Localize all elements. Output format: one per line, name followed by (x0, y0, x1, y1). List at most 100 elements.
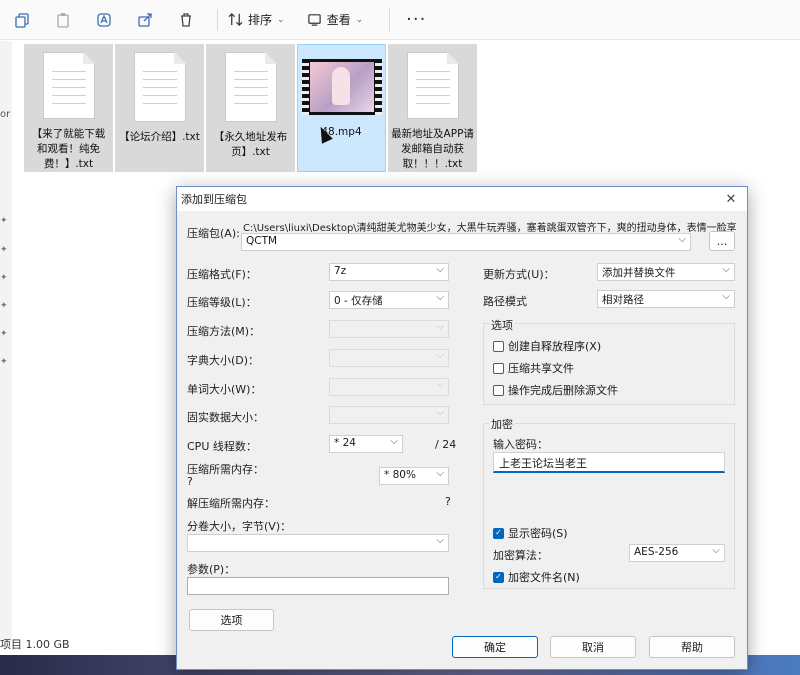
chevron-down-icon: ⌵ (436, 407, 444, 418)
pin-icon: ✦ (0, 273, 8, 283)
sfx-checkbox[interactable]: 创建自释放程序(X) (493, 338, 601, 354)
encryption-method-select[interactable]: AES-256 ⌵ (629, 544, 725, 562)
method-label: 压缩方法(M)： (187, 325, 261, 338)
memory-value-unknown: ? (187, 475, 193, 488)
file-name: 【永久地址发布页】.txt (213, 131, 288, 158)
dialog-titlebar: 添加到压缩包 ✕ (177, 187, 747, 211)
file-name: 【来了就能下载和观看！纯免费！】.txt (31, 128, 106, 170)
word-size-label: 单词大小(W)： (187, 383, 262, 396)
help-button[interactable]: 帮助 (649, 636, 735, 658)
dictionary-label: 字典大小(D)： (187, 354, 260, 367)
chevron-down-icon: ⌵ (436, 264, 444, 275)
cpu-threads-label: CPU 线程数： (187, 440, 257, 453)
chevron-down-icon: ⌵ (436, 292, 444, 303)
encrypt-filenames-label: 加密文件名(N) (508, 571, 580, 584)
level-value: 0 - 仅存储 (334, 295, 383, 307)
archive-path: C:\Users\liuxi\Desktop\清纯甜美尤物美少女，大黑牛玩弄骚，… (243, 223, 737, 234)
decompress-memory-value: ? (445, 495, 451, 508)
path-mode-label: 路径模式 (483, 295, 527, 308)
more-options-icon[interactable]: ··· (406, 9, 426, 30)
ok-button[interactable]: 确定 (452, 636, 538, 658)
navigation-pane: or ✦ ✦ ✦ ✦ ✦ ✦ (0, 41, 12, 641)
file-item-selected[interactable]: 48.mp4 (297, 44, 386, 172)
cpu-threads-select[interactable]: * 24 ⌵ (329, 435, 403, 453)
archive-label: 压缩包(A): (187, 227, 240, 240)
sort-label: 排序 (248, 13, 273, 27)
memory-percent-value: * 80% (384, 469, 416, 481)
add-to-archive-dialog: 添加到压缩包 ✕ 压缩包(A): C:\Users\liuxi\Desktop\… (176, 186, 748, 670)
sort-button[interactable]: 排序 ⌄ (228, 11, 285, 28)
encryption-method-label: 加密算法： (493, 549, 548, 562)
chevron-down-icon: ⌵ (436, 379, 444, 390)
file-item[interactable]: 最新地址及APP请发邮箱自动获取！！！.txt (388, 44, 477, 172)
text-file-icon (133, 52, 186, 122)
method-select: ⌵ (329, 320, 449, 338)
chevron-down-icon: ⌵ (390, 436, 398, 447)
chevron-down-icon: ⌵ (722, 291, 730, 302)
chevron-down-icon: ⌄ (355, 14, 364, 25)
encryption-method-value: AES-256 (634, 546, 679, 558)
share-icon[interactable] (131, 6, 159, 34)
show-password-label: 显示密码(S) (508, 527, 568, 540)
format-value: 7z (334, 265, 347, 277)
parameters-label: 参数(P)： (187, 563, 236, 576)
show-password-checkbox[interactable]: ✓ 显示密码(S) (493, 525, 568, 541)
file-item[interactable]: 【来了就能下载和观看！纯免费！】.txt (24, 44, 113, 172)
chevron-down-icon: ⌵ (436, 468, 444, 479)
status-bar: 项目 1.00 GB (0, 638, 70, 651)
file-list: 【来了就能下载和观看！纯免费！】.txt 【论坛介绍】.txt 【永久地址发布页… (24, 44, 477, 172)
memory-percent-select[interactable]: * 80% ⌵ (379, 467, 449, 485)
sfx-label: 创建自释放程序(X) (508, 340, 602, 353)
file-name: 【论坛介绍】.txt (119, 131, 200, 143)
checkbox-box (493, 362, 504, 374)
level-select[interactable]: 0 - 仅存储 ⌵ (329, 291, 449, 309)
file-item[interactable]: 【论坛介绍】.txt (115, 44, 204, 172)
view-icon (307, 14, 321, 26)
chevron-down-icon: ⌵ (436, 535, 444, 546)
archive-name-combo[interactable]: QCTM ⌵ (241, 233, 691, 251)
split-size-select[interactable]: ⌵ (187, 534, 449, 552)
update-mode-select[interactable]: 添加并替换文件 ⌵ (597, 263, 735, 281)
cancel-button[interactable]: 取消 (550, 636, 636, 658)
view-button[interactable]: 查看 ⌄ (307, 11, 364, 28)
dictionary-select: ⌵ (329, 349, 449, 367)
browse-button[interactable]: ... (709, 231, 735, 251)
file-item[interactable]: 【永久地址发布页】.txt (206, 44, 295, 172)
encryption-group-title: 加密 (489, 416, 515, 432)
level-label: 压缩等级(L)： (187, 296, 257, 309)
path-mode-select[interactable]: 相对路径 ⌵ (597, 290, 735, 308)
nav-item-fragment[interactable]: or (0, 109, 10, 120)
checkbox-checked-icon: ✓ (493, 527, 504, 539)
chevron-down-icon: ⌵ (678, 234, 686, 245)
paste-icon[interactable] (49, 6, 77, 34)
format-select[interactable]: 7z ⌵ (329, 263, 449, 281)
delete-after-checkbox[interactable]: 操作完成后删除源文件 (493, 382, 618, 398)
split-size-label: 分卷大小，字节(V)： (187, 520, 292, 533)
memory-label: 压缩所需内存： (187, 463, 264, 476)
delete-icon[interactable] (172, 6, 200, 34)
text-file-icon (224, 52, 277, 122)
pin-icon: ✦ (0, 357, 8, 367)
checkbox-checked-icon: ✓ (493, 571, 504, 583)
close-icon[interactable]: ✕ (721, 192, 741, 207)
decompress-memory-label: 解压缩所需内存： (187, 497, 275, 510)
chevron-down-icon: ⌵ (712, 545, 720, 556)
video-thumbnail (301, 59, 382, 115)
solid-size-label: 固实数据大小： (187, 411, 264, 424)
format-label: 压缩格式(F)： (187, 268, 257, 281)
checkbox-box (493, 340, 504, 352)
pin-icon: ✦ (0, 245, 8, 255)
encrypt-filenames-checkbox[interactable]: ✓ 加密文件名(N) (493, 569, 580, 585)
options-button[interactable]: 选项 (189, 609, 274, 631)
shared-files-checkbox[interactable]: 压缩共享文件 (493, 360, 574, 376)
cpu-threads-value: * 24 (334, 437, 356, 449)
solid-size-select: ⌵ (329, 406, 449, 424)
checkbox-box (493, 384, 504, 396)
copy-icon[interactable] (8, 6, 36, 34)
parameters-input[interactable] (187, 577, 449, 595)
view-label: 查看 (326, 13, 351, 27)
file-name: 最新地址及APP请发邮箱自动获取！！！.txt (391, 128, 474, 170)
password-input[interactable]: 上老王论坛当老王 (493, 452, 725, 473)
rename-icon[interactable] (90, 6, 118, 34)
archive-name-value: QCTM (246, 235, 278, 247)
